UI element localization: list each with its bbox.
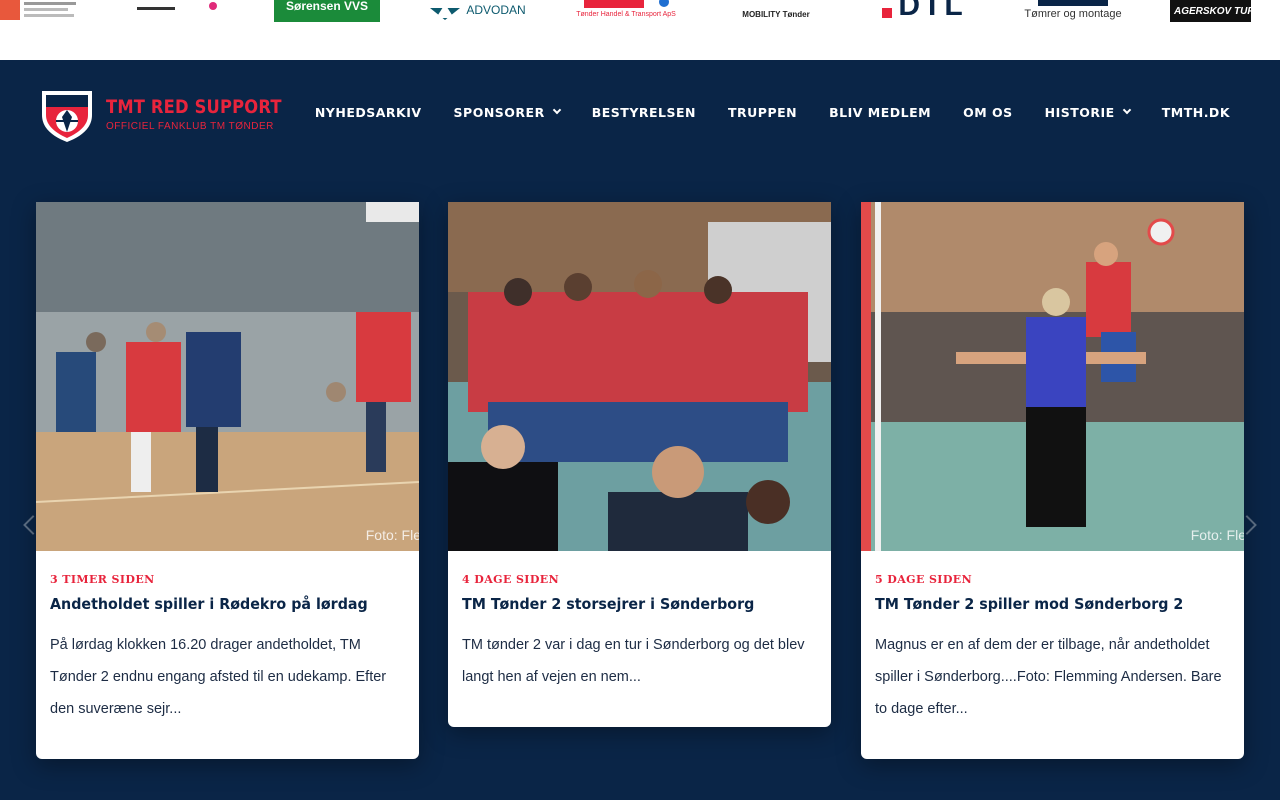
sponsor-logo-6[interactable]: MOBILITY Tønder <box>734 0 818 22</box>
photo-credit: Foto: Fle <box>1190 527 1244 543</box>
nav-label: BLIV MEDLEM <box>829 104 932 120</box>
nav-item-bestyrelsen[interactable]: BESTYRELSEN <box>592 105 696 120</box>
goalkeeper-jump-shot-photo <box>861 202 1244 551</box>
sponsor-logo-5-image <box>584 0 669 8</box>
card-date: 3 TIMER SIDEN <box>50 573 155 586</box>
news-card-image[interactable]: Foto: Fle <box>861 202 1244 551</box>
brand-title: TMT RED SUPPORT <box>106 96 282 118</box>
sponsor-logo-2-image <box>137 2 217 10</box>
nav-label: TMTH.DK <box>1161 104 1230 120</box>
sponsor-logo-5[interactable]: Tønder Handel & Transport ApS <box>576 0 676 22</box>
card-title[interactable]: TM Tønder 2 spiller mod Sønderborg 2 <box>875 595 1202 613</box>
main-nav: NYHEDSARKIV SPONSORER BESTYRELSEN TRUPPE… <box>315 98 1230 126</box>
nav-item-historie[interactable]: HISTORIE <box>1044 104 1131 120</box>
card-title[interactable]: TM Tønder 2 storsejrer i Sønderborg <box>462 595 789 613</box>
sponsor-logo-3-text: Sørensen VVS <box>285 0 369 13</box>
sponsor-logo-9[interactable]: AGERSKOV TURISTFA <box>1170 0 1251 22</box>
news-carousel: Foto: Fle 3 TIMER SIDEN Andetholdet spil… <box>0 200 1280 800</box>
sponsor-logo-9-text: AGERSKOV TURISTFA <box>1174 5 1251 17</box>
card-date: 5 DAGE SIDEN <box>875 573 973 586</box>
photo-credit: Foto: Fle <box>365 527 419 543</box>
nav-item-bliv-medlem[interactable]: BLIV MEDLEM <box>829 105 931 120</box>
site-header: TMT RED SUPPORT OFFICIEL FANKLUB TM TØND… <box>0 60 1280 170</box>
team-huddle-photo <box>448 202 831 551</box>
nav-label: TRUPPEN <box>728 104 798 120</box>
nav-item-tmth-dk[interactable]: TMTH.DK <box>1162 105 1230 120</box>
sponsor-strip: Sørensen VVS ADVODAN Tønder Handel & Tra… <box>0 0 1280 60</box>
sponsor-logo-7-mark <box>882 8 893 18</box>
chevron-down-icon <box>552 105 561 115</box>
card-title[interactable]: Andetholdet spiller i Rødekro på lørdag <box>50 595 377 613</box>
nav-item-om-os[interactable]: OM OS <box>963 105 1013 120</box>
nav-item-nyhedsarkiv[interactable]: NYHEDSARKIV <box>315 105 422 120</box>
nav-label: BESTYRELSEN <box>591 104 696 120</box>
nav-item-sponsorer[interactable]: SPONSORER <box>453 104 561 120</box>
advodan-mark-icon <box>430 4 461 20</box>
sponsor-logo-7[interactable]: DTL <box>868 0 980 22</box>
nav-label: NYHEDSARKIV <box>314 104 422 120</box>
sponsor-logo-8-text: Tømrer og montage <box>1024 8 1122 20</box>
handball-action-photo <box>36 202 419 551</box>
news-card-image[interactable]: Foto: Fle <box>36 202 419 551</box>
news-card[interactable]: Foto: Fle 3 TIMER SIDEN Andetholdet spil… <box>36 202 419 759</box>
brand-subtitle: OFFICIEL FANKLUB TM TØNDER <box>106 121 274 132</box>
nav-item-truppen[interactable]: TRUPPEN <box>728 105 797 120</box>
nav-label: OM OS <box>963 104 1013 120</box>
sponsor-logo-2[interactable] <box>135 0 225 22</box>
nav-label: HISTORIE <box>1044 104 1115 120</box>
sponsor-logo-1[interactable] <box>0 0 80 22</box>
sponsor-logo-8-mark <box>1038 0 1108 6</box>
club-crest-icon <box>38 85 96 143</box>
sponsor-logo-8[interactable]: Tømrer og montage <box>1018 0 1128 22</box>
card-excerpt: På lørdag klokken 16.20 drager andethold… <box>50 637 387 717</box>
chevron-down-icon <box>1122 105 1131 115</box>
card-date: 4 DAGE SIDEN <box>462 573 560 586</box>
news-card[interactable]: Foto: Fle 5 DAGE SIDEN TM Tønder 2 spill… <box>861 202 1244 759</box>
sponsor-logo-7-text: DTL <box>898 0 966 22</box>
sponsor-logo-6-text: MOBILITY Tønder <box>742 9 810 19</box>
sponsor-logo-4[interactable]: ADVODAN <box>422 0 532 22</box>
sponsor-logo-4-text: ADVODAN <box>466 3 526 17</box>
sponsor-logo-5-text: Tønder Handel & Transport ApS <box>576 11 676 18</box>
news-card-image[interactable] <box>448 202 831 551</box>
card-excerpt: Magnus er en af dem der er tilbage, når … <box>875 637 1222 717</box>
brand-logo-link[interactable]: TMT RED SUPPORT OFFICIEL FANKLUB TM TØND… <box>38 85 310 143</box>
card-excerpt: TM tønder 2 var i dag en tur i Sønderbor… <box>462 637 805 685</box>
sponsor-logo-1-image <box>0 0 76 20</box>
news-card[interactable]: 4 DAGE SIDEN TM Tønder 2 storsejrer i Sø… <box>448 202 831 727</box>
nav-label: SPONSORER <box>453 104 545 120</box>
sponsor-logo-3[interactable]: Sørensen VVS <box>274 0 380 22</box>
